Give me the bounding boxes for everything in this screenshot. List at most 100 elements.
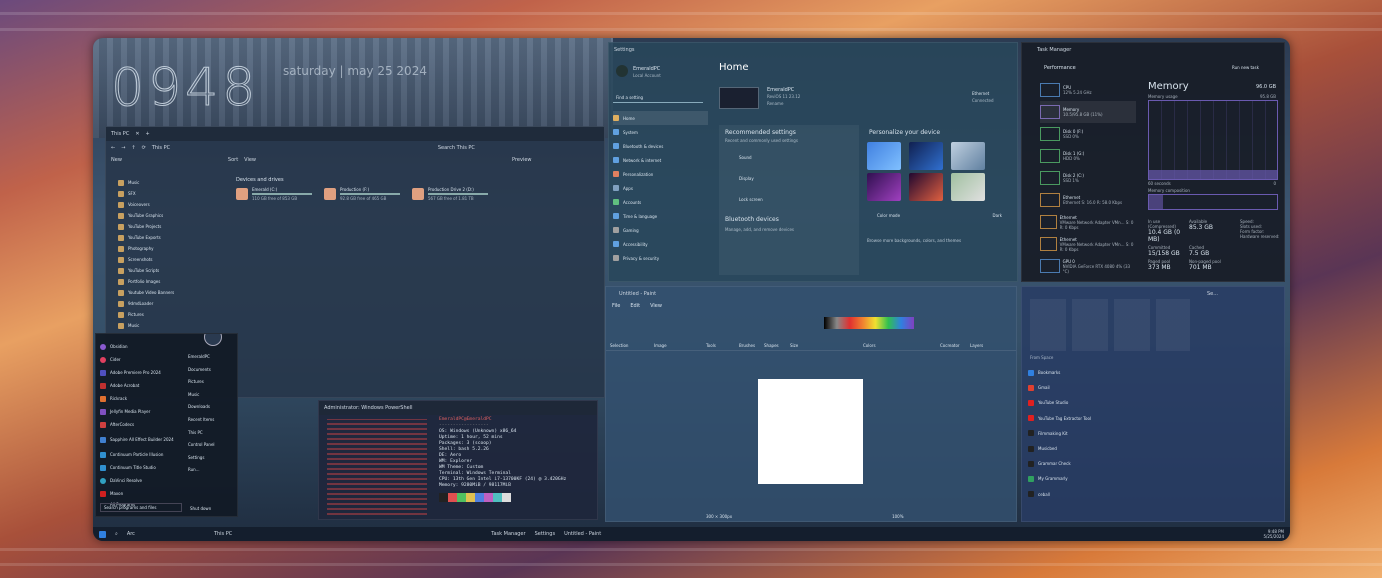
place-item[interactable]: Documents: [188, 367, 237, 380]
taskbar-item[interactable]: Arc: [127, 531, 135, 537]
nav-item[interactable]: Time & language: [613, 209, 708, 223]
rec-item[interactable]: Lock screen: [719, 187, 859, 212]
rename-link[interactable]: Rename: [767, 101, 783, 106]
ribbon-group[interactable]: Colors: [863, 343, 876, 348]
app-item[interactable]: Rickrack: [100, 392, 184, 405]
sidebar-item[interactable]: YouTube Exports: [118, 232, 226, 243]
drive-item[interactable]: Emerald (C:) 110 GB free of 853 GB: [236, 187, 321, 201]
place-item[interactable]: Recent Items: [188, 417, 237, 430]
app-item[interactable]: Obsidian: [100, 340, 184, 353]
nav-item[interactable]: Gaming: [613, 223, 708, 237]
settings-search-input[interactable]: Find a setting: [613, 93, 703, 103]
ribbon-group[interactable]: Shapes: [764, 343, 779, 348]
nav-item[interactable]: System: [613, 125, 708, 139]
browse-themes-link[interactable]: Browse more backgrounds, colors, and the…: [867, 238, 1012, 243]
place-item[interactable]: This PC: [188, 430, 237, 443]
nav-item[interactable]: Network & internet: [613, 153, 708, 167]
bookmark-item[interactable]: YouTube Tag Extractor Tool: [1028, 411, 1188, 426]
ribbon-group[interactable]: Selection: [610, 343, 628, 348]
paint-canvas[interactable]: [758, 379, 863, 484]
theme-thumb[interactable]: [867, 173, 901, 201]
nav-item[interactable]: Privacy & security: [613, 251, 708, 265]
sidebar-item[interactable]: YouTube Projects: [118, 221, 226, 232]
breadcrumb[interactable]: This PC: [152, 145, 412, 151]
bookmark-item[interactable]: ceball: [1028, 487, 1188, 502]
nav-item[interactable]: Home: [613, 111, 708, 125]
plus-icon[interactable]: +: [146, 131, 150, 137]
powershell-tab[interactable]: Administrator: Windows PowerShell: [324, 405, 413, 411]
sidebar-item[interactable]: YouTube Scripts: [118, 265, 226, 276]
sidebar-item[interactable]: Pictures: [118, 309, 226, 320]
sidebar-item[interactable]: Voiceovers: [118, 199, 226, 210]
sidebar-item[interactable]: Portfolio Images: [118, 276, 226, 287]
place-item[interactable]: Pictures: [188, 379, 237, 392]
place-item[interactable]: EmeraldPC: [188, 354, 237, 367]
drive-item[interactable]: Production (F:) 92.8 GB free of 465 GB: [324, 187, 409, 201]
search-icon[interactable]: ⌕: [115, 531, 118, 537]
app-item[interactable]: Adobe Acrobat: [100, 379, 184, 392]
run-task-button[interactable]: Run new task: [1232, 65, 1259, 70]
theme-thumb[interactable]: [909, 142, 944, 170]
place-item[interactable]: Run...: [188, 467, 237, 480]
back-icon[interactable]: ←: [111, 145, 115, 151]
drive-item[interactable]: Production Drive 2 (D:) 567 GB free of 1.…: [412, 187, 497, 201]
app-item[interactable]: Jellyfin Media Player: [100, 405, 184, 418]
perf-item[interactable]: Disk 1 (G:) HDD 0%: [1040, 145, 1136, 167]
bookmark-item[interactable]: Grammar Check: [1028, 456, 1188, 471]
theme-thumb[interactable]: [951, 173, 986, 201]
sidebar-item[interactable]: 9dmdLoader: [118, 298, 226, 309]
perf-item[interactable]: Ethernet VMware Network Adapter VMn... S:…: [1040, 233, 1136, 255]
perf-item[interactable]: Ethernet Ethernet S: 16.0 R: 58.0 Kbps: [1040, 189, 1136, 211]
bookmark-item[interactable]: Musicbed: [1028, 441, 1188, 456]
refresh-icon[interactable]: ⟳: [142, 145, 146, 151]
avatar[interactable]: [204, 334, 222, 346]
bookmark-item[interactable]: Gmail: [1028, 380, 1188, 395]
bluetooth-subtitle[interactable]: Manage, add, and remove devices: [719, 223, 859, 236]
preview-button[interactable]: Preview: [512, 157, 531, 163]
menu-item[interactable]: File: [612, 303, 620, 309]
nav-item[interactable]: Accounts: [613, 195, 708, 209]
app-item[interactable]: Continuum Particle Illusion: [100, 448, 184, 461]
ribbon-group[interactable]: Cocreator: [940, 343, 960, 348]
ribbon-group[interactable]: Image: [654, 343, 667, 348]
rec-item[interactable]: Sound: [719, 145, 859, 170]
perf-item[interactable]: Disk 0 (F:) SSD 0%: [1040, 123, 1136, 145]
sidebar-item[interactable]: Screenshots: [118, 254, 226, 265]
app-item[interactable]: Sapphire All Effect Builder 2024: [100, 431, 184, 448]
sidebar-item[interactable]: Music: [118, 177, 226, 188]
up-icon[interactable]: ↑: [131, 145, 135, 151]
menu-item[interactable]: Edit: [630, 303, 640, 309]
perf-item[interactable]: Memory 10.5/95.8 GB (11%): [1040, 101, 1136, 123]
app-item[interactable]: Maxon: [100, 487, 184, 500]
theme-thumb[interactable]: [867, 142, 901, 170]
sidebar-item[interactable]: Photography: [118, 243, 226, 254]
perf-item[interactable]: CPU 12% 5.24 GHz: [1040, 79, 1136, 101]
view-button[interactable]: View: [244, 157, 256, 163]
theme-thumb[interactable]: [909, 173, 944, 201]
new-button[interactable]: New: [111, 157, 122, 163]
explorer-tab[interactable]: This PC: [111, 131, 129, 137]
forward-icon[interactable]: →: [121, 145, 125, 151]
place-item[interactable]: Music: [188, 392, 237, 405]
nav-item[interactable]: Bluetooth & devices: [613, 139, 708, 153]
nav-item[interactable]: Accessibility: [613, 237, 708, 251]
app-item[interactable]: AfterCodecs: [100, 418, 184, 431]
sidebar-item[interactable]: Music: [118, 320, 226, 331]
ribbon-group[interactable]: Tools: [706, 343, 716, 348]
zoom-level[interactable]: 100%: [892, 514, 903, 519]
sort-button[interactable]: Sort: [228, 157, 238, 163]
nav-item[interactable]: Personalization: [613, 167, 708, 181]
start-search-input[interactable]: Search programs and files: [100, 503, 182, 512]
search-input[interactable]: Search This PC: [438, 145, 558, 151]
bookmark-item[interactable]: My Grammarly: [1028, 471, 1188, 486]
tray-clock[interactable]: 9:48 PM 5/25/2024: [1263, 529, 1284, 539]
ribbon-group[interactable]: Brushes: [739, 343, 755, 348]
rec-item[interactable]: Display: [719, 170, 859, 187]
theme-thumb[interactable]: [951, 142, 986, 170]
sidebar-item[interactable]: SFX: [118, 188, 226, 199]
taskbar-item[interactable]: Untitled - Paint: [564, 531, 601, 537]
place-item[interactable]: Downloads: [188, 404, 237, 417]
app-item[interactable]: Cider: [100, 353, 184, 366]
bookmark-item[interactable]: Filmmaking Kit: [1028, 426, 1188, 441]
app-item[interactable]: Continuum Title Studio: [100, 461, 184, 474]
